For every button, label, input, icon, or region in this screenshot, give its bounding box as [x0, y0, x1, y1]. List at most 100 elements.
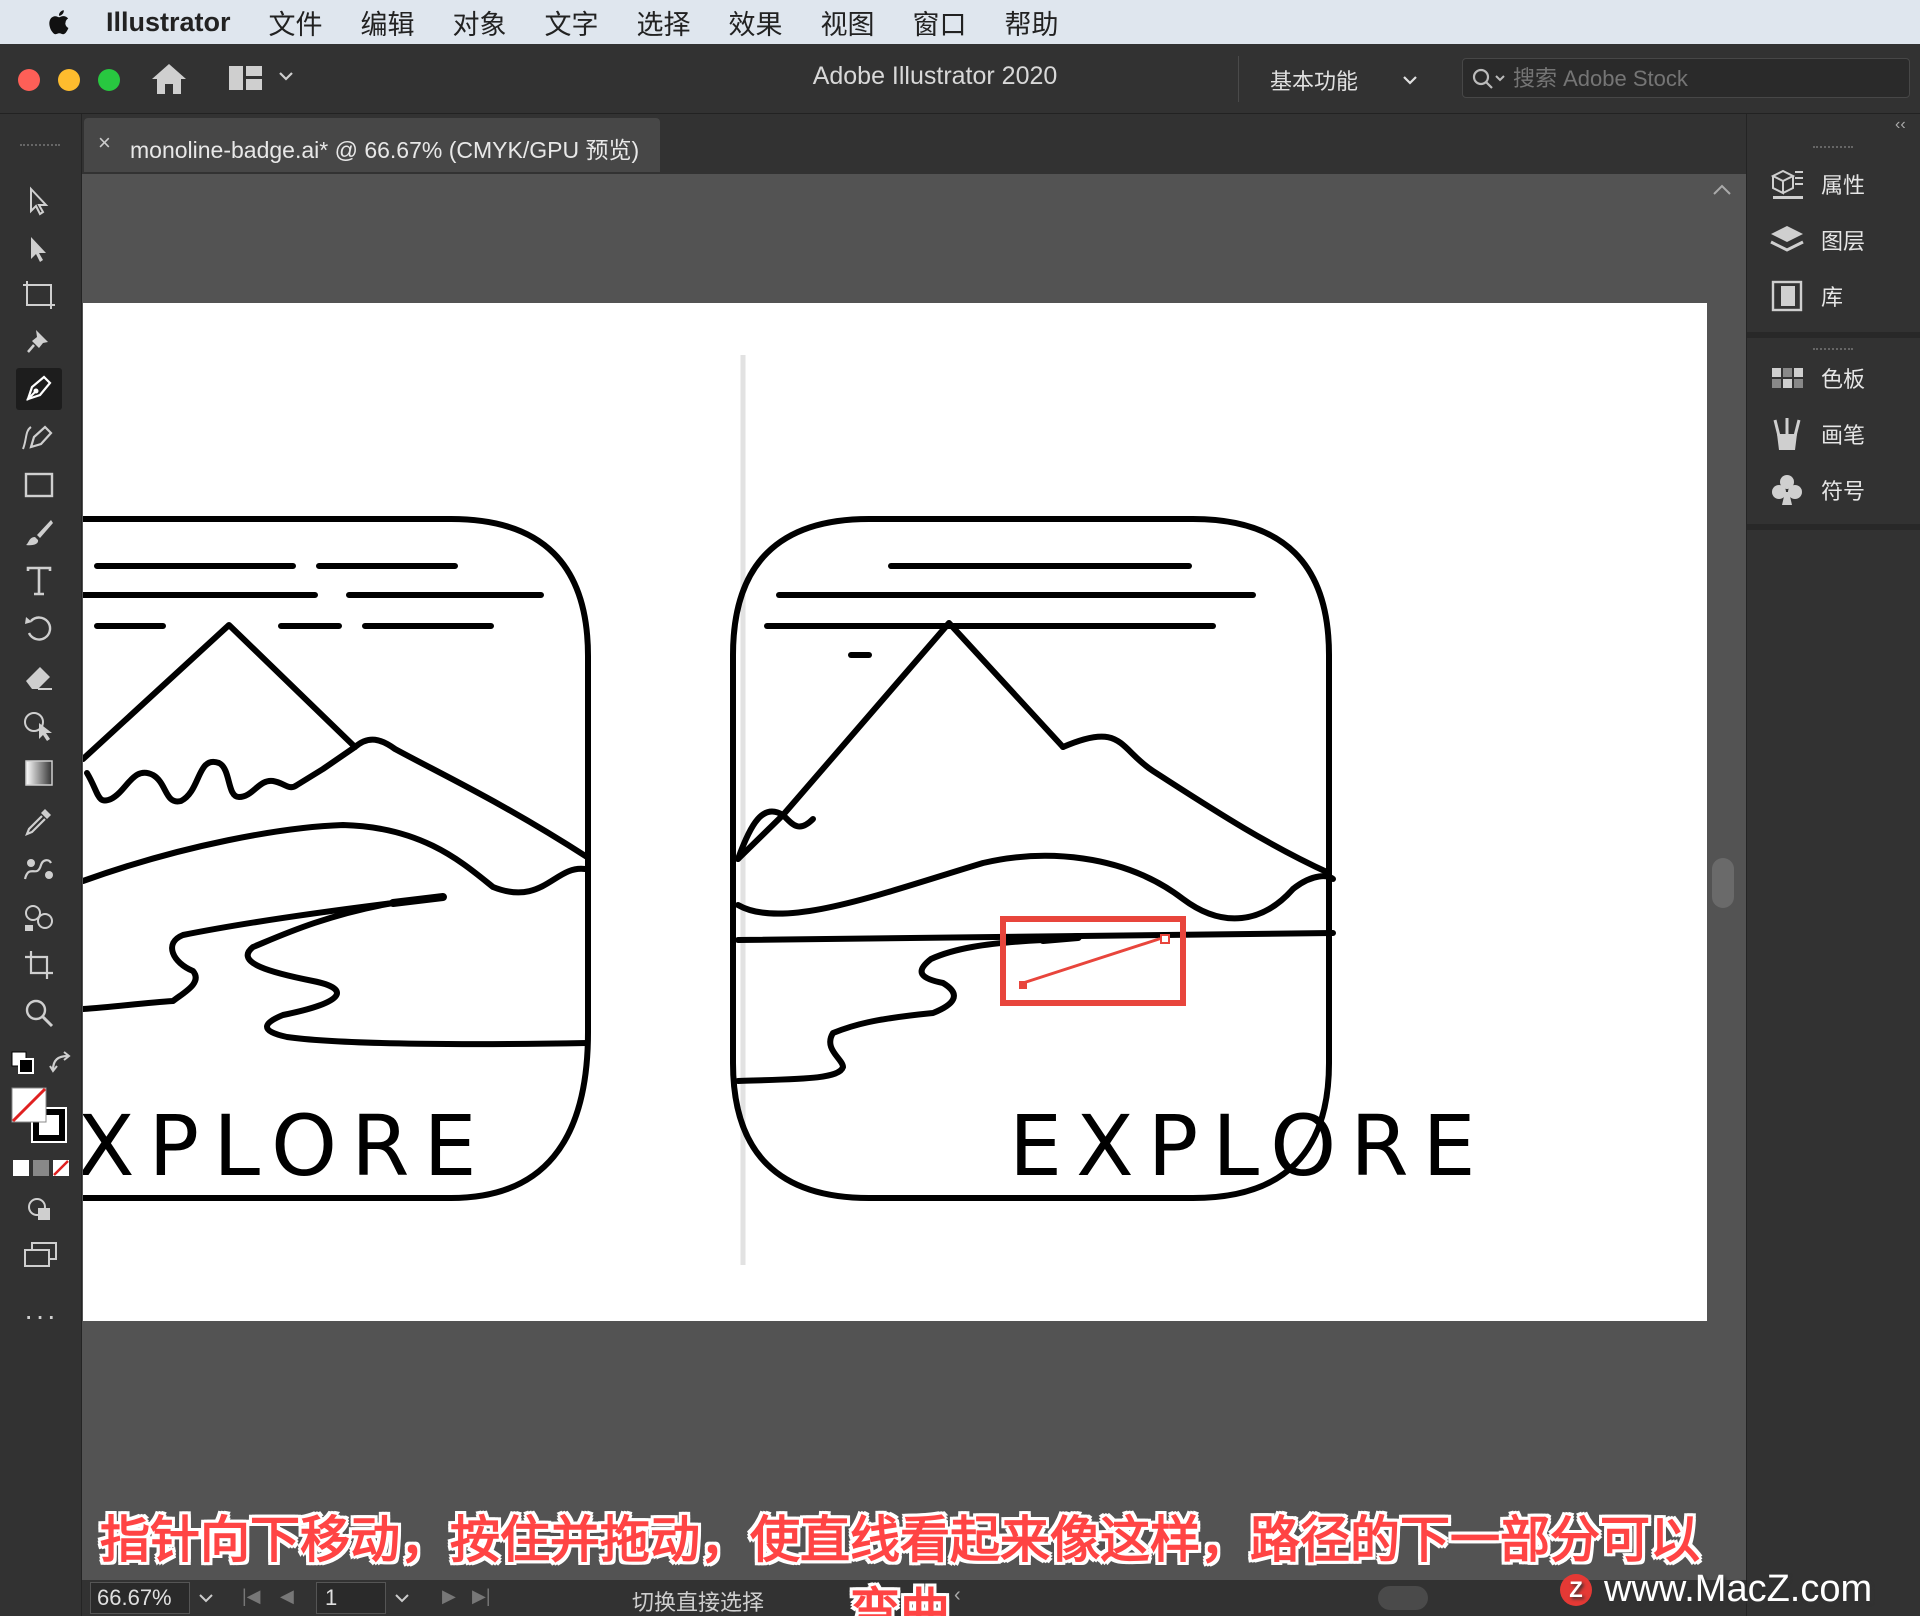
mac-menu-bar: Illustrator 文件 编辑 对象 文字 选择 效果 视图 窗口 帮助 [0, 0, 1920, 44]
chevron-down-icon [1403, 76, 1417, 85]
tools-panel: ··· [0, 114, 82, 1616]
workspace-switcher[interactable]: 基本功能 [1270, 64, 1420, 96]
watermark: Z www.MacZ.com [1560, 1568, 1920, 1611]
panel-group-divider [1747, 332, 1920, 338]
menu-type[interactable]: 文字 [545, 3, 599, 42]
menu-file[interactable]: 文件 [269, 3, 323, 42]
rectangle-tool[interactable] [16, 464, 62, 506]
window-title: Adobe Illustrator 2020 [812, 62, 1058, 90]
selection-tool[interactable] [16, 180, 62, 222]
document-tab-bar: ›› × monoline-badge.ai* @ 66.67% (CMYK/G… [0, 114, 1746, 174]
blend-tool[interactable] [16, 848, 62, 890]
reference-badge-text: XPLORE [83, 1097, 491, 1195]
symbol-sprayer-icon [25, 905, 53, 931]
symbols-panel-button[interactable]: 符号 [1767, 470, 1865, 510]
stock-search-box[interactable] [1462, 58, 1910, 98]
panel-grip[interactable] [1813, 348, 1853, 354]
crop-icon [25, 951, 53, 979]
artboard[interactable]: XPLORE EXPLORE [77, 303, 1707, 1321]
minimize-window-button[interactable] [58, 69, 80, 91]
swatches-label: 色板 [1821, 367, 1866, 392]
zoom-tool[interactable] [16, 992, 62, 1034]
curvature-pen-icon [22, 425, 53, 450]
swatches-panel-button[interactable]: 色板 [1767, 358, 1865, 398]
draw-mode-icon[interactable] [24, 1194, 58, 1224]
watermark-logo-icon: Z [1560, 1573, 1592, 1606]
app-menu[interactable]: Illustrator [106, 7, 231, 38]
artwork-canvas: XPLORE EXPLORE [77, 355, 1476, 1265]
puppet-warp-tool[interactable] [16, 320, 62, 362]
menu-select[interactable]: 选择 [637, 3, 691, 42]
gradient-icon [25, 760, 53, 786]
panel-grip[interactable] [20, 144, 60, 150]
layers-icon [1770, 226, 1804, 252]
menu-help[interactable]: 帮助 [1005, 3, 1059, 42]
search-icon [1472, 68, 1505, 89]
gradient-tool[interactable] [16, 752, 62, 794]
rotate-icon [25, 616, 52, 641]
chevron-down-icon[interactable] [278, 70, 294, 82]
artboard-tool[interactable] [16, 274, 62, 316]
rotate-tool[interactable] [16, 608, 62, 650]
anchor-point[interactable] [1160, 934, 1170, 944]
pin-icon [27, 330, 48, 353]
crop-image-tool[interactable] [16, 944, 62, 986]
brushes-label: 画笔 [1821, 423, 1866, 448]
anchor-point[interactable] [1019, 981, 1027, 989]
swatches-icon [1772, 368, 1803, 388]
type-t-icon [26, 566, 52, 596]
panel-dock: ‹‹ 属性 图层 库 色板 画笔 符号 [1746, 114, 1920, 1616]
document-tab-title: monoline-badge.ai* @ 66.67% (CMYK/GPU 预览… [130, 137, 640, 163]
menu-window[interactable]: 窗口 [913, 3, 967, 42]
paintbrush-tool[interactable] [16, 512, 62, 554]
eraser-tool[interactable] [16, 656, 62, 698]
shape-builder-icon [24, 712, 52, 741]
eraser-icon [26, 667, 52, 690]
fill-stroke-swatches[interactable] [10, 1086, 72, 1148]
brushes-panel-button[interactable]: 画笔 [1767, 414, 1865, 454]
menu-view[interactable]: 视图 [821, 3, 875, 42]
screen-mode-icon[interactable] [22, 1240, 60, 1270]
chevron-up-icon[interactable] [1710, 182, 1734, 198]
color-mode-buttons[interactable] [12, 1158, 70, 1178]
shape-builder-tool[interactable] [16, 704, 62, 746]
layers-panel-button[interactable]: 图层 [1767, 220, 1865, 260]
document-tab[interactable]: × monoline-badge.ai* @ 66.67% (CMYK/GPU … [84, 118, 660, 172]
symbol-sprayer-tool[interactable] [16, 896, 62, 938]
type-tool[interactable] [16, 560, 62, 602]
direct-selection-arrow-icon [31, 237, 46, 262]
menu-effect[interactable]: 效果 [729, 3, 783, 42]
brushes-icon [1773, 418, 1801, 450]
divider [1238, 56, 1239, 102]
properties-panel-button[interactable]: 属性 [1767, 164, 1865, 204]
pen-nib-icon [26, 375, 52, 401]
libraries-icon [1771, 280, 1803, 312]
pen-tool[interactable] [16, 368, 62, 410]
properties-label: 属性 [1821, 173, 1866, 198]
eyedropper-tool[interactable] [16, 800, 62, 842]
apple-icon[interactable] [40, 8, 76, 36]
direct-selection-tool[interactable] [16, 228, 62, 270]
panel-grip[interactable] [1813, 146, 1853, 152]
menu-edit[interactable]: 编辑 [361, 3, 415, 42]
libraries-panel-button[interactable]: 库 [1767, 276, 1843, 316]
selection-arrow-icon [30, 186, 49, 216]
edit-toolbar-icon[interactable]: ··· [24, 1300, 58, 1332]
zoom-window-button[interactable] [98, 69, 120, 91]
rectangle-icon [24, 472, 54, 498]
scroll-thumb[interactable] [1712, 858, 1734, 908]
swap-fill-stroke-icon[interactable] [48, 1050, 74, 1076]
home-icon[interactable] [150, 62, 188, 96]
workspace-label: 基本功能 [1270, 69, 1359, 94]
collapse-panels-icon[interactable]: ‹‹ [1895, 116, 1906, 134]
menu-object[interactable]: 对象 [453, 3, 507, 42]
curvature-tool[interactable] [16, 416, 62, 458]
close-window-button[interactable] [18, 69, 40, 91]
symbols-label: 符号 [1821, 479, 1866, 504]
default-fill-stroke-icon[interactable] [10, 1050, 38, 1078]
arrange-documents-icon[interactable] [228, 64, 264, 92]
close-tab-icon[interactable]: × [98, 130, 111, 156]
stock-search-input[interactable] [1513, 65, 1893, 93]
libraries-label: 库 [1821, 285, 1844, 310]
tutorial-caption: 指针向下移动，按住并拖动，使直线看起来像这样，路径的下一部分可以弯曲 [100, 1512, 1700, 1616]
